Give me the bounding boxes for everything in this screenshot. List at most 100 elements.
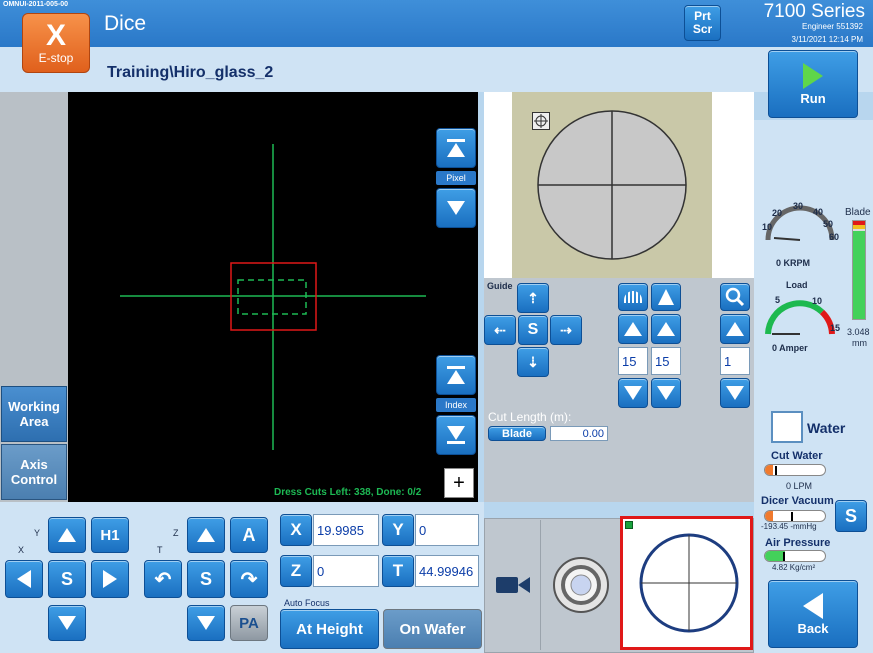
crosshair-overlay — [120, 144, 426, 450]
spindle-tick: 40 — [813, 207, 824, 217]
spindle-tick: 20 — [772, 208, 783, 218]
print-screen-button[interactable]: Prt Scr — [684, 5, 721, 41]
zoom-value[interactable]: 1 — [720, 347, 750, 375]
zt-stop-button[interactable]: S — [187, 560, 225, 598]
index-up-button[interactable] — [436, 355, 476, 395]
light1-down-button[interactable] — [618, 378, 648, 408]
cut-length-label: Cut Length (m): — [488, 410, 572, 424]
pa-button[interactable]: PA — [230, 605, 268, 641]
chuck-view-button[interactable] — [543, 520, 619, 650]
load-value: 0 Amper — [772, 343, 808, 353]
z-position-value[interactable]: 0 — [313, 555, 379, 587]
camera-view[interactable]: Dress Cuts Left: 338, Done: 0/2 — [68, 92, 478, 502]
selection-indicator — [625, 521, 633, 529]
wafer-view-button[interactable] — [620, 516, 753, 650]
air-pressure-label: Air Pressure — [765, 537, 831, 549]
camera-select-button[interactable] — [486, 520, 541, 650]
rotate-ccw-icon: ↶ — [154, 568, 172, 591]
t-position-button[interactable]: T — [382, 555, 414, 587]
light1-up-button[interactable] — [618, 314, 648, 344]
guide-down-button[interactable]: ⇣ — [517, 347, 549, 377]
recipe-name: Training\Hiro_glass_2 — [107, 64, 274, 81]
on-wafer-button[interactable]: On Wafer — [383, 609, 482, 649]
theta-cw-button[interactable]: ↷ — [230, 560, 268, 598]
arrow-down-bar-icon — [447, 441, 465, 444]
tab-working-area[interactable]: Working Area — [1, 386, 67, 442]
machine-id: OMNUI-2011-005-00 — [3, 1, 68, 8]
index-label: Index — [436, 398, 476, 412]
guide-left-button[interactable]: ⇠ — [484, 315, 516, 345]
blade-wear-fill — [853, 230, 865, 319]
user-label: Engineer 551392 — [802, 22, 863, 31]
guide-label: Guide — [487, 281, 513, 291]
dress-cuts-status: Dress Cuts Left: 338, Done: 0/2 — [274, 487, 422, 498]
run-button[interactable]: Run — [768, 50, 858, 118]
cut-water-label: Cut Water — [771, 450, 823, 462]
x-left-button[interactable] — [5, 560, 43, 598]
arrow-down-icon — [447, 201, 465, 215]
vacuum-s-button[interactable]: S — [835, 500, 867, 532]
at-height-button[interactable]: At Height — [280, 609, 379, 649]
dicer-vacuum-label: Dicer Vacuum — [761, 495, 834, 507]
x-position-value[interactable]: 19.9985 — [313, 514, 379, 546]
blade-value: 3.048 — [847, 327, 870, 337]
page-title: Dice — [104, 12, 147, 35]
ring-light-icon — [624, 291, 642, 303]
crosshair-icon[interactable] — [532, 112, 550, 130]
zoom-plus-button[interactable]: + — [444, 468, 474, 498]
play-icon — [803, 62, 823, 89]
pixel-down-button[interactable] — [436, 188, 476, 228]
x-right-button[interactable] — [91, 560, 129, 598]
light1-value[interactable]: 15 — [618, 347, 648, 375]
theta-ccw-button[interactable]: ↶ — [144, 560, 182, 598]
index-down-button[interactable] — [436, 415, 476, 455]
z-up-button[interactable] — [187, 517, 225, 553]
load-tick: 5 — [775, 295, 781, 305]
arrow-up-bar-icon — [447, 366, 465, 369]
load-tick: 10 — [812, 296, 823, 306]
spindle-tick: 30 — [793, 201, 804, 211]
tab-axis-control[interactable]: Axis Control — [1, 444, 67, 500]
h1-button[interactable]: H1 — [91, 517, 129, 553]
zoom-down-button[interactable] — [720, 378, 750, 408]
magnifier-icon — [725, 287, 745, 307]
light2-value[interactable]: 15 — [651, 347, 681, 375]
guide-right-button[interactable]: ⇢ — [550, 315, 582, 345]
series-label: 7100 Series — [763, 1, 865, 22]
y-up-button[interactable] — [48, 517, 86, 553]
cone-light-icon — [658, 289, 674, 305]
z-position-button[interactable]: Z — [280, 555, 312, 587]
back-button[interactable]: Back — [768, 580, 858, 648]
a-button[interactable]: A — [230, 517, 268, 553]
light-ring-button[interactable] — [618, 283, 648, 311]
light-coax-button[interactable] — [651, 283, 681, 311]
air-pressure-bar — [764, 550, 826, 562]
cut-length-blade-button[interactable]: Blade — [488, 426, 546, 441]
x-position-button[interactable]: X — [280, 514, 312, 546]
y-down-button[interactable] — [48, 605, 86, 641]
t-position-value[interactable]: 44.99946 — [415, 555, 479, 587]
magnify-button[interactable] — [720, 283, 750, 311]
y-position-button[interactable]: Y — [382, 514, 414, 546]
pixel-up-button[interactable] — [436, 128, 476, 168]
light2-down-button[interactable] — [651, 378, 681, 408]
estop-button[interactable]: X E-stop — [22, 13, 90, 73]
spindle-tick: 60 — [829, 232, 840, 242]
xy-stop-button[interactable]: S — [48, 560, 86, 598]
zoom-up-button[interactable] — [720, 314, 750, 344]
load-label: Load — [786, 280, 808, 290]
z-axis-label: Z — [173, 528, 179, 538]
spindle-tick: 10 — [762, 222, 773, 232]
guide-s-button[interactable]: S — [518, 315, 548, 345]
light2-up-button[interactable] — [651, 314, 681, 344]
blade-unit: mm — [852, 338, 867, 348]
cut-length-value[interactable]: 0.00 — [550, 426, 608, 441]
guide-up-button[interactable]: ⇡ — [517, 283, 549, 313]
spindle-tick: 50 — [823, 219, 834, 229]
y-position-value[interactable]: 0 — [415, 514, 479, 546]
blade-label: Blade — [845, 207, 871, 218]
spindle-speed: 0 KRPM — [776, 258, 811, 268]
pixel-label: Pixel — [436, 171, 476, 185]
water-toggle[interactable] — [771, 411, 803, 443]
z-down-button[interactable] — [187, 605, 225, 641]
